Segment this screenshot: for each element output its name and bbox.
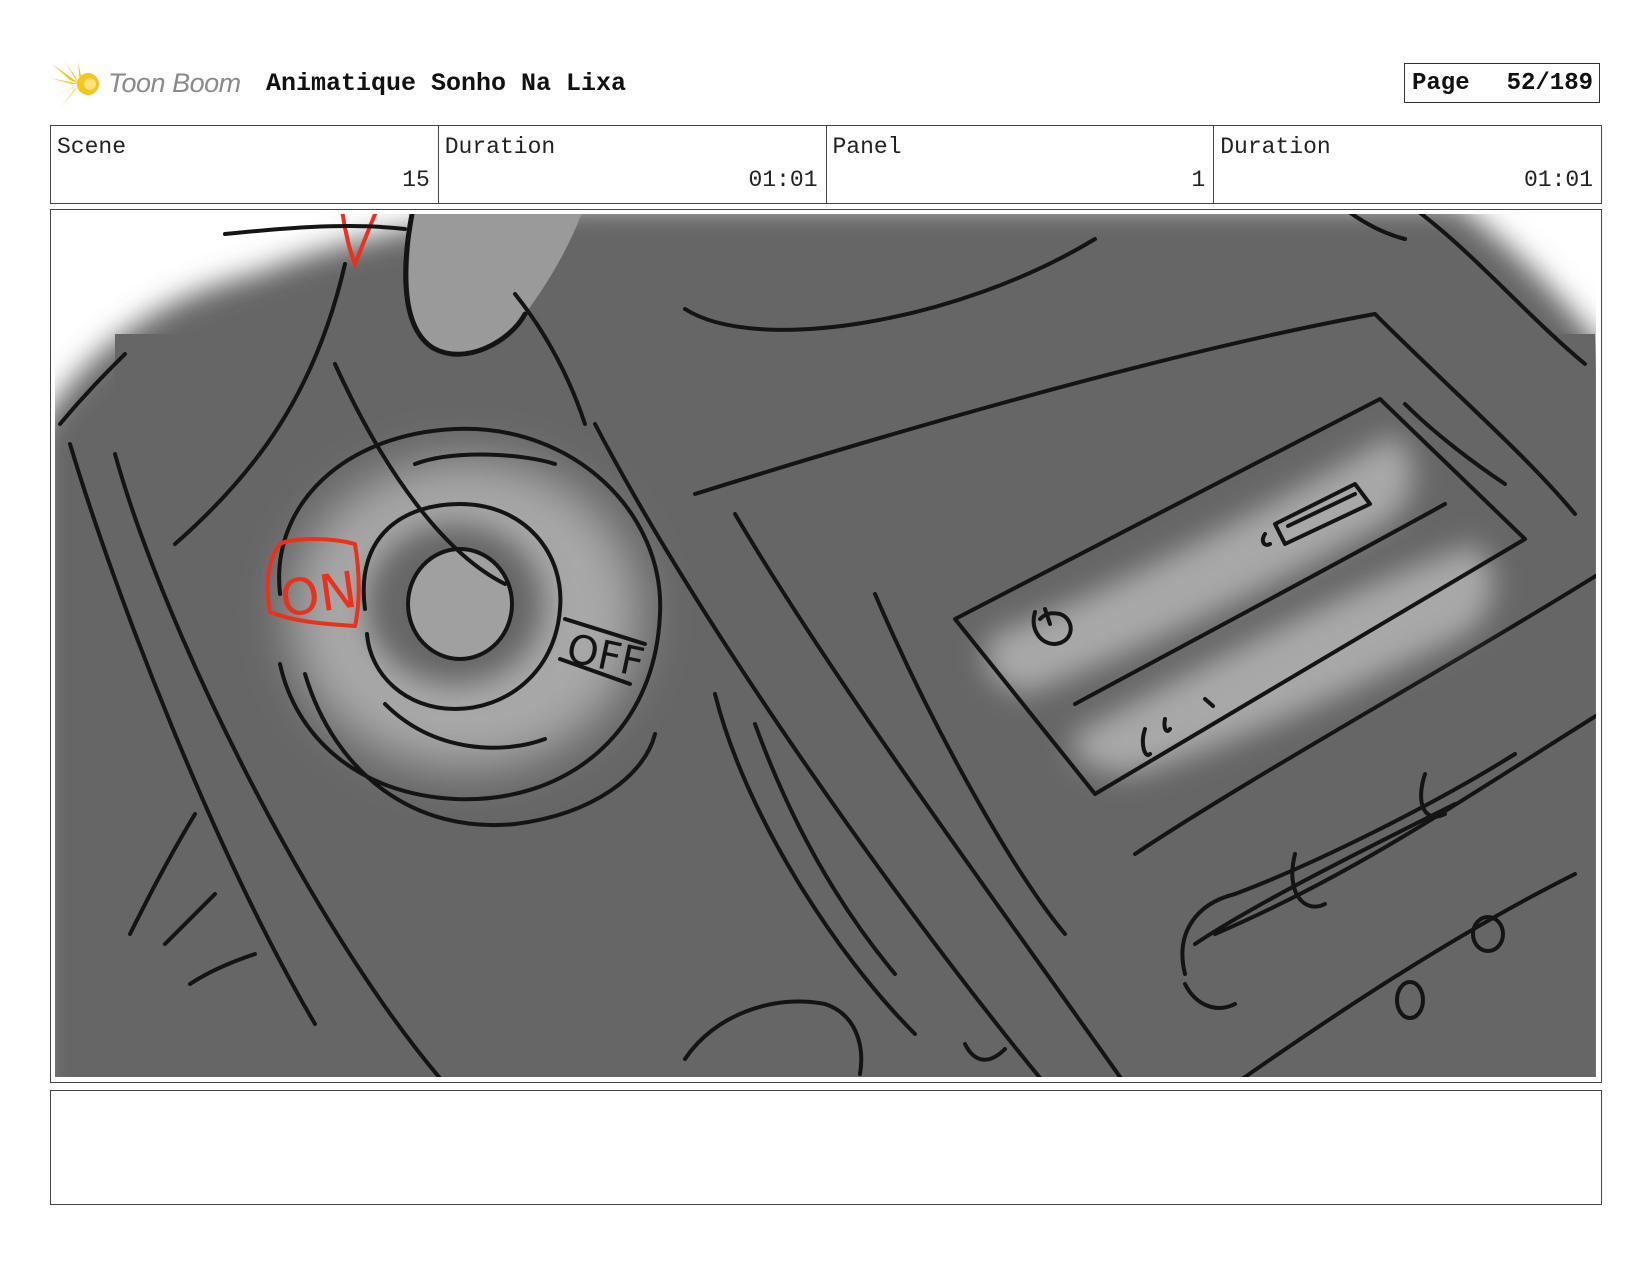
- panel-cell: Panel 1: [827, 126, 1215, 203]
- scene-info-table: Scene 15 Duration 01:01 Panel 1 Duration…: [50, 125, 1602, 204]
- panel-duration-label: Duration: [1220, 134, 1331, 160]
- scene-duration-value: 01:01: [748, 167, 818, 193]
- page-indicator: Page 52/189: [1404, 63, 1600, 103]
- scene-cell: Scene 15: [51, 126, 439, 203]
- panel-value: 1: [1191, 167, 1206, 193]
- panel-duration-cell: Duration 01:01: [1214, 126, 1601, 203]
- toon-boom-logo: Toon Boom: [50, 58, 250, 108]
- panel-label: Panel: [832, 134, 902, 160]
- scene-label: Scene: [57, 134, 127, 160]
- page-number: 52/189: [1506, 69, 1593, 97]
- project-title: Animatique Sonho Na Lixa: [266, 69, 627, 98]
- panel-sketch: ON OFF: [55, 214, 1596, 1077]
- page-header: Toon Boom Animatique Sonho Na Lixa Page …: [50, 58, 1602, 108]
- page-label: Page: [1412, 69, 1470, 97]
- storyboard-panel: ON OFF: [50, 209, 1602, 1083]
- scene-duration-label: Duration: [444, 134, 556, 160]
- panel-duration-value: 01:01: [1523, 167, 1593, 193]
- scene-duration-cell: Duration 01:01: [439, 126, 827, 203]
- scene-value: 15: [402, 167, 430, 193]
- brand-name: Toon Boom: [108, 68, 241, 98]
- starburst-icon: [50, 60, 99, 108]
- notes-box: [50, 1090, 1602, 1205]
- on-label: ON: [276, 560, 360, 628]
